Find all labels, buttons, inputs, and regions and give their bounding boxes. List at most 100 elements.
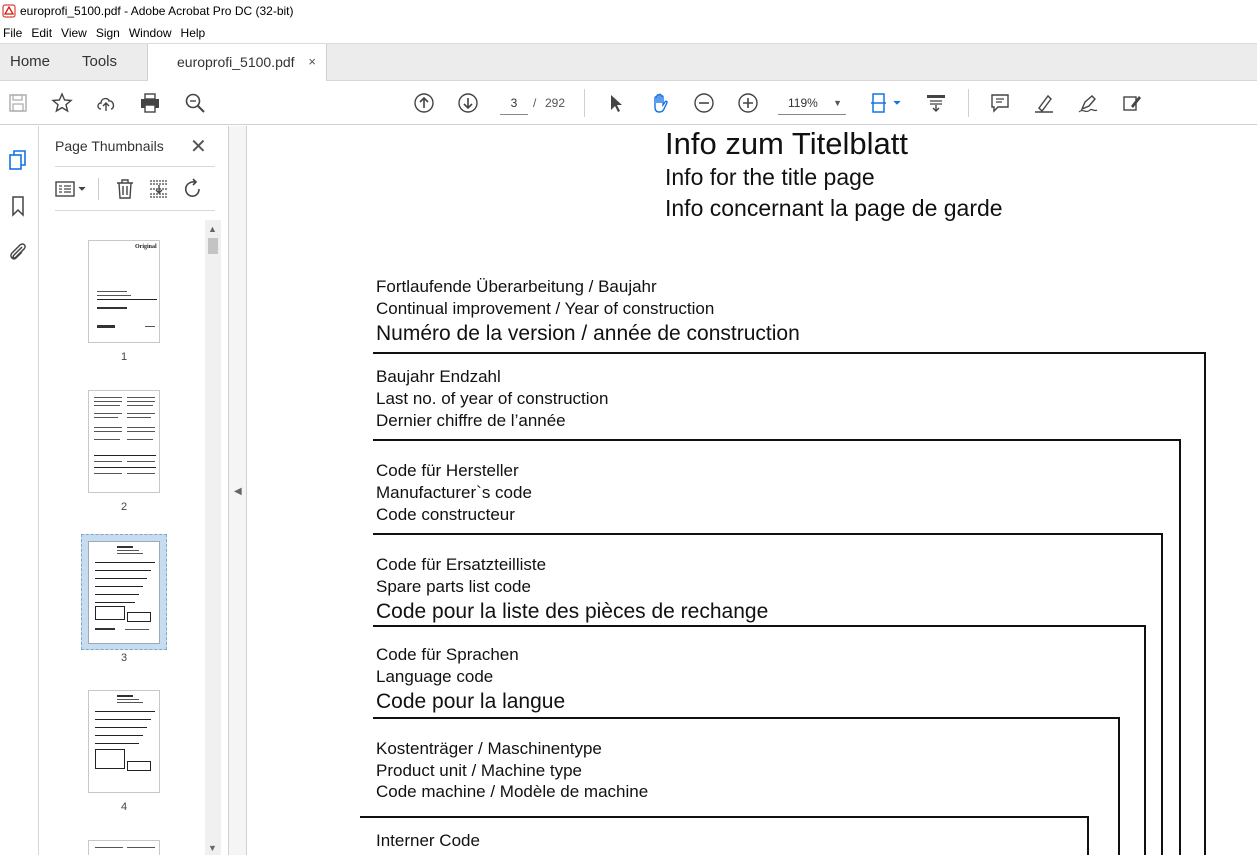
- section-1-de: Fortlaufende Überarbeitung / Baujahr: [376, 277, 657, 296]
- save-icon[interactable]: [6, 91, 30, 115]
- thumbnail-text: [127, 405, 153, 406]
- scroll-up-icon[interactable]: ▲: [208, 224, 217, 234]
- delete-page-icon[interactable]: [113, 178, 137, 200]
- star-icon[interactable]: [50, 91, 74, 115]
- thumbnail-text: [94, 461, 122, 462]
- section-4-de: Code für Ersatzteilliste: [376, 555, 547, 574]
- page-number-input[interactable]: 3: [500, 91, 528, 115]
- collapse-panel-icon[interactable]: ◀: [234, 486, 242, 497]
- menu-edit[interactable]: Edit: [28, 26, 58, 40]
- thumbnail-text: [94, 413, 122, 414]
- attachment-icon[interactable]: [6, 240, 30, 264]
- select-cursor-icon[interactable]: [604, 91, 628, 115]
- section-6-en: Product unit / Machine type: [376, 761, 583, 780]
- thumbnail-text: [117, 546, 133, 548]
- page-thumbnails-icon[interactable]: [6, 148, 30, 172]
- section-6-de: Kostenträger / Maschinentype: [376, 739, 602, 758]
- menu-file[interactable]: File: [0, 26, 28, 40]
- thumbnail-page-2[interactable]: [88, 390, 160, 493]
- tab-bar: Home Tools europrofi_5100.pdf ×: [0, 43, 1257, 82]
- menu-window[interactable]: Window: [126, 26, 178, 40]
- page-subtitle-fr: Info concernant la page de garde: [665, 195, 1003, 221]
- thumbnail-rule: [95, 719, 151, 720]
- tab-tools[interactable]: Tools: [82, 44, 117, 82]
- thumbnail-page-5[interactable]: [88, 840, 160, 855]
- scroll-down-icon[interactable]: ▼: [208, 843, 217, 853]
- section-3-de: Code für Hersteller: [376, 461, 519, 480]
- tab-close-icon[interactable]: ×: [308, 44, 316, 80]
- menu-view[interactable]: View: [58, 26, 93, 40]
- thumbnail-text: [97, 291, 127, 292]
- zoom-level-select[interactable]: 119% ▼: [778, 91, 846, 115]
- form-line: [1204, 352, 1206, 855]
- thumbnail-text: [94, 473, 122, 474]
- thumbnail-text: [127, 461, 155, 462]
- thumbnail-text: [117, 699, 139, 700]
- panel-splitter[interactable]: ◀: [229, 126, 247, 855]
- thumbnail-text: [117, 702, 143, 703]
- scrollbar-thumb[interactable]: [208, 238, 218, 254]
- highlight-icon[interactable]: [1032, 91, 1056, 115]
- toolbar-divider: [968, 89, 969, 117]
- bookmark-icon[interactable]: [6, 194, 30, 218]
- thumbnail-text: [117, 553, 143, 554]
- extract-pages-icon[interactable]: [147, 178, 171, 200]
- thumbnail-text: [145, 326, 155, 327]
- hand-tool-icon[interactable]: [648, 91, 672, 115]
- tab-home[interactable]: Home: [10, 44, 50, 82]
- thumbnail-page-1[interactable]: Original: [88, 240, 160, 343]
- thumbnail-options-icon[interactable]: [54, 178, 90, 200]
- thumbnail-page-3-selected[interactable]: [81, 534, 167, 650]
- zoom-out-icon[interactable]: [692, 91, 716, 115]
- thumbnail-text: [127, 417, 151, 418]
- document-view: Info zum Titelblatt Info for the title p…: [248, 126, 1257, 855]
- section-3-fr: Code constructeur: [376, 505, 515, 524]
- thumbnail-text: [95, 847, 123, 848]
- thumbnail-label-3: 3: [120, 652, 128, 664]
- thumbnail-box: [127, 761, 151, 771]
- thumbnail-rule: [95, 743, 139, 744]
- thumbnail-rule: [95, 735, 143, 736]
- thumbnail-rule: [95, 594, 139, 595]
- form-line: [373, 439, 1181, 441]
- print-icon[interactable]: [138, 91, 162, 115]
- panel-close-icon[interactable]: ✕: [190, 134, 207, 159]
- rotate-page-icon[interactable]: [181, 178, 205, 200]
- sign-pen-icon[interactable]: [1076, 91, 1100, 115]
- thumbnail-page-4[interactable]: [88, 690, 160, 793]
- thumbnail-rule: [95, 602, 135, 603]
- thumbnail-label-4: 4: [120, 801, 128, 813]
- thumbnail-text: [127, 439, 153, 440]
- page-title: Info zum Titelblatt: [665, 126, 908, 161]
- thumbnail-text: [127, 397, 155, 398]
- thumbnail-text: [125, 629, 149, 630]
- tab-document[interactable]: europrofi_5100.pdf ×: [147, 44, 327, 82]
- section-2-de: Baujahr Endzahl: [376, 367, 501, 386]
- next-page-icon[interactable]: [456, 91, 480, 115]
- zoom-search-icon[interactable]: [183, 91, 207, 115]
- comment-icon[interactable]: [988, 91, 1012, 115]
- thumbnail-scrollbar[interactable]: ▲ ▼: [205, 220, 221, 855]
- thumbnail-text: [117, 550, 139, 551]
- panel-divider: [55, 166, 215, 167]
- fill-sign-icon[interactable]: [1120, 91, 1144, 115]
- fit-page-icon[interactable]: [868, 91, 904, 115]
- scroll-mode-icon[interactable]: [924, 91, 948, 115]
- thumbnail-rule: [94, 467, 156, 468]
- form-line: [1144, 625, 1146, 855]
- thumbnail-label-2: 2: [120, 501, 128, 513]
- menu-sign[interactable]: Sign: [93, 26, 126, 40]
- thumbnail-text: [94, 401, 122, 402]
- previous-page-icon[interactable]: [412, 91, 436, 115]
- thumbnail-rule: [97, 299, 157, 300]
- thumbnail-text: [94, 405, 120, 406]
- thumbnail-text: [127, 401, 155, 402]
- thumbnail-box: [127, 612, 151, 622]
- thumbnail-text: [127, 847, 155, 848]
- cloud-upload-icon[interactable]: [94, 91, 118, 115]
- menu-help[interactable]: Help: [178, 26, 212, 40]
- zoom-in-icon[interactable]: [736, 91, 760, 115]
- thumbnail-rule: [95, 711, 155, 712]
- section-4-fr: Code pour la liste des pièces de rechang…: [376, 600, 769, 623]
- zoom-level-value: 119%: [788, 96, 818, 110]
